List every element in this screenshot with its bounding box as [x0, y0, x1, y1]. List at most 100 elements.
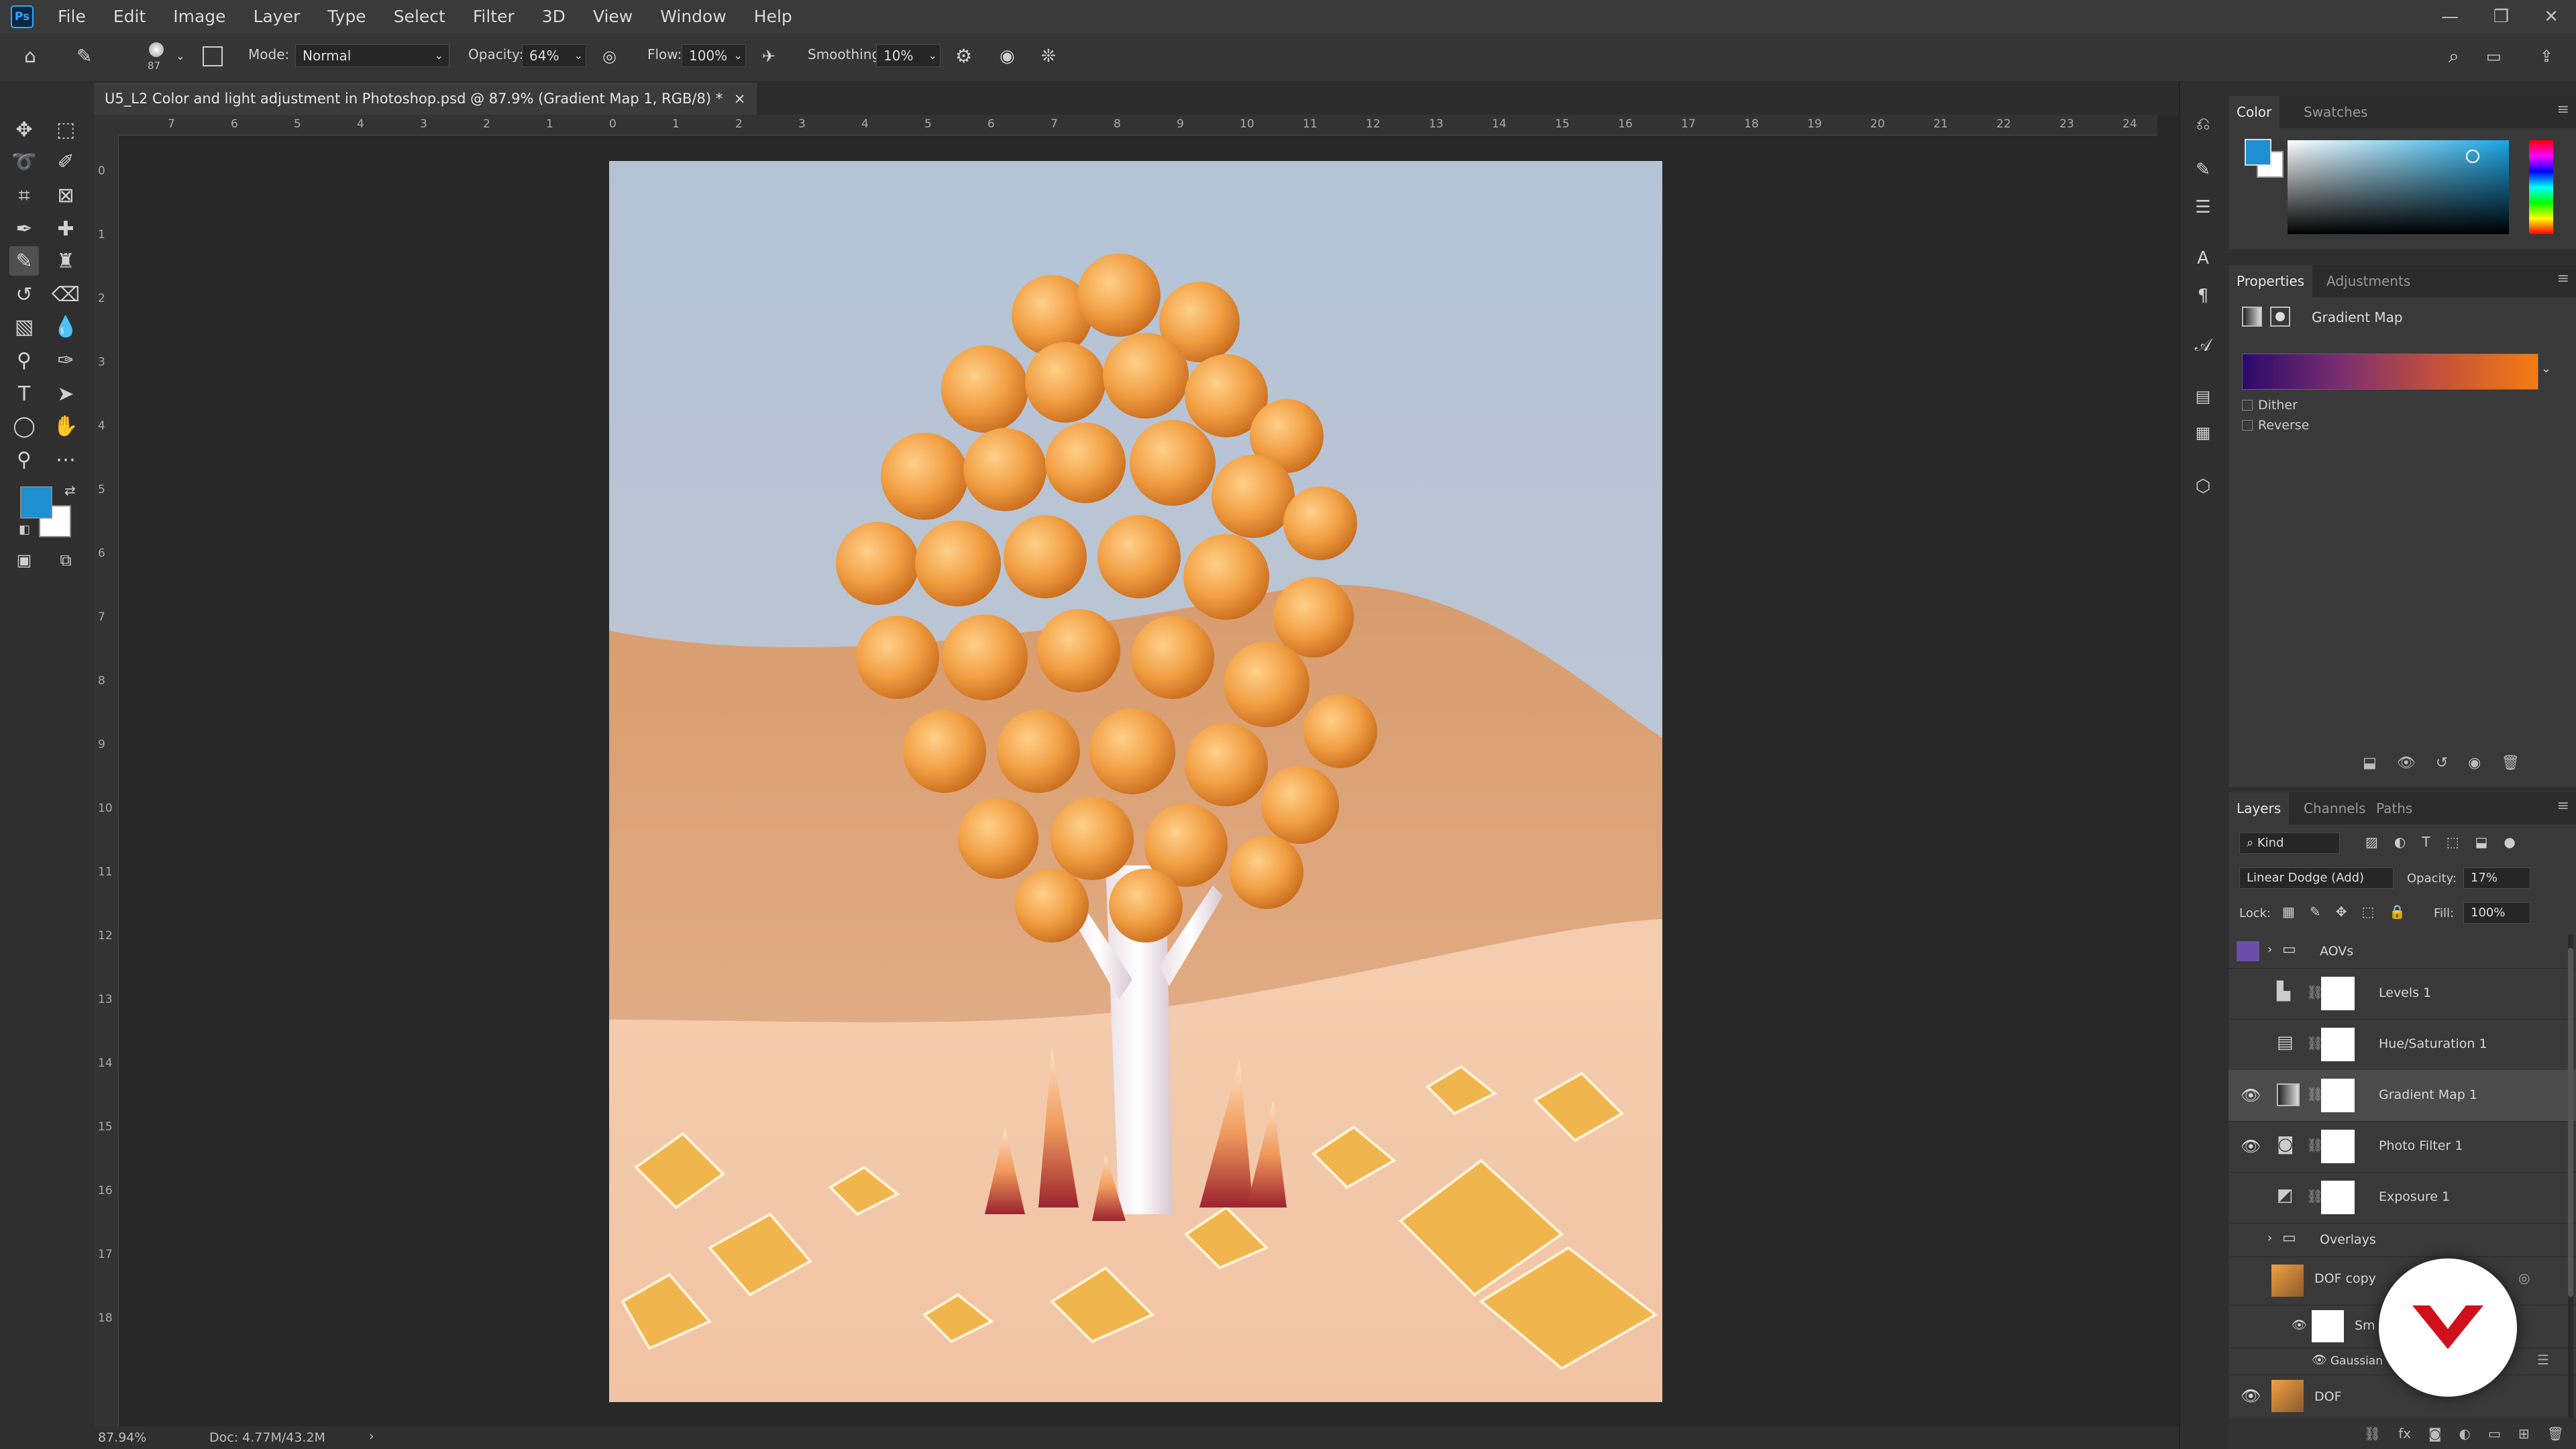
gear-icon[interactable]: ⚙ — [955, 46, 972, 66]
ellipse-tool-icon[interactable]: ◯ — [9, 411, 39, 441]
trash-icon[interactable]: 🗑 — [2501, 755, 2520, 771]
mode-select[interactable]: Normal ⌄ — [295, 44, 449, 67]
layer-group-overlays[interactable]: › ▭ Overlays — [2229, 1223, 2576, 1257]
filter-smart-object-icon[interactable]: ⬓ — [2475, 834, 2487, 850]
reverse-checkbox[interactable] — [2242, 420, 2253, 431]
visibility-toggle[interactable] — [2241, 1230, 2259, 1248]
scrollbar-thumb[interactable] — [2568, 948, 2573, 1297]
status-menu-arrow[interactable]: › — [369, 1429, 374, 1444]
close-tab-icon[interactable]: × — [734, 91, 746, 107]
reverse-option[interactable]: Reverse — [2242, 418, 2309, 433]
menu-3d[interactable]: 3D — [542, 7, 566, 26]
layer-mask-thumbnail[interactable] — [2321, 1130, 2355, 1163]
workspace-icon[interactable]: ▭ — [2486, 46, 2502, 66]
lock-image-icon[interactable]: ✎ — [2310, 904, 2321, 920]
zoom-tool-icon[interactable]: ⚲ — [9, 445, 39, 474]
move-tool-icon[interactable]: ✥ — [9, 115, 39, 144]
screen-mode-icon[interactable]: ⧉ — [51, 545, 80, 575]
filter-type-icon[interactable]: T — [2422, 834, 2430, 850]
menu-select[interactable]: Select — [394, 7, 445, 26]
eye-icon[interactable]: 👁 — [2312, 1353, 2327, 1367]
link-layers-icon[interactable]: ⛓ — [2364, 1426, 2381, 1442]
foreground-color-swatch[interactable] — [20, 486, 52, 519]
layer-mask-thumbnail[interactable] — [2321, 1079, 2355, 1112]
tab-channels[interactable]: Channels — [2296, 792, 2374, 824]
visibility-icon[interactable]: ◉ — [2468, 755, 2481, 771]
clone-stamp-tool-icon[interactable]: ♜ — [51, 246, 80, 276]
menu-window[interactable]: Window — [660, 7, 727, 26]
add-mask-icon[interactable]: ◙ — [2428, 1426, 2441, 1442]
airbrush-icon[interactable]: ✈ — [762, 46, 775, 66]
clip-to-layer-icon[interactable]: ⬓ — [2363, 755, 2377, 771]
libraries-panel-icon[interactable]: ▤ — [2188, 382, 2218, 411]
eyedropper-tool-icon[interactable]: ✒ — [9, 214, 39, 244]
tab-paths[interactable]: Paths — [2368, 792, 2420, 824]
chevron-down-icon[interactable]: ⌄ — [176, 46, 184, 66]
symmetry-icon[interactable]: ❊ — [1041, 46, 1056, 66]
history-panel-icon[interactable]: ⎌ — [2188, 109, 2218, 139]
blend-mode-select[interactable]: Linear Dodge (Add) — [2239, 867, 2394, 889]
panel-menu-icon[interactable]: ≡ — [2557, 270, 2569, 287]
menu-view[interactable]: View — [593, 7, 633, 26]
eraser-tool-icon[interactable]: ⌫ — [51, 280, 80, 309]
layer-mask-icon[interactable] — [2270, 307, 2290, 327]
layers-scrollbar[interactable] — [2568, 934, 2573, 1417]
lock-artboard-icon[interactable]: ⬚ — [2361, 904, 2374, 920]
search-icon[interactable]: ⌕ — [2449, 46, 2459, 66]
panel-menu-icon[interactable]: ≡ — [2557, 101, 2569, 118]
flow-field[interactable]: 100% ⌄ — [682, 44, 746, 67]
default-colors-icon[interactable]: ◧ — [19, 523, 30, 537]
dodge-tool-icon[interactable]: ⚲ — [9, 345, 39, 375]
color-panel-foreground-swatch[interactable] — [2245, 139, 2271, 166]
restore-button[interactable]: ❐ — [2493, 7, 2509, 27]
chevron-right-icon[interactable]: › — [2267, 1231, 2272, 1245]
crop-tool-icon[interactable]: ⌗ — [9, 180, 39, 210]
layer-photo-filter-1[interactable]: 👁 ◙ ⛓ Photo Filter 1 — [2229, 1121, 2576, 1173]
eye-icon[interactable]: 👁 — [2241, 1387, 2261, 1405]
tab-properties[interactable]: Properties — [2229, 265, 2313, 297]
eye-icon[interactable]: 👁 — [2241, 1086, 2261, 1105]
layer-mask-thumbnail[interactable] — [2321, 1028, 2355, 1061]
tab-swatches[interactable]: Swatches — [2296, 96, 2376, 128]
layer-mask-thumbnail[interactable] — [2321, 1181, 2355, 1214]
lock-position-icon[interactable]: ✥ — [2336, 904, 2347, 920]
visibility-toggle[interactable] — [2241, 984, 2259, 1003]
glyphs-panel-icon[interactable]: 𝒜 — [2188, 331, 2218, 360]
visibility-toggle[interactable] — [2241, 1035, 2259, 1054]
adjustments-panel-icon[interactable]: ☰ — [2188, 193, 2218, 222]
tab-adjustments[interactable]: Adjustments — [2318, 265, 2418, 297]
reset-icon[interactable]: ↺ — [2436, 755, 2448, 771]
lasso-tool-icon[interactable]: ➰ — [9, 147, 39, 176]
layer-hue-saturation-1[interactable]: ▤ ⛓ Hue/Saturation 1 — [2229, 1019, 2576, 1071]
menu-type[interactable]: Type — [327, 7, 366, 26]
close-button[interactable]: ✕ — [2544, 7, 2559, 27]
fx-icon[interactable]: fx — [2398, 1426, 2411, 1442]
layer-group-aovs[interactable]: › ▭ AOVs — [2229, 934, 2576, 969]
gradient-tool-icon[interactable]: ▧ — [9, 312, 39, 341]
character-panel-icon[interactable]: A — [2188, 244, 2218, 273]
panel-menu-icon[interactable]: ≡ — [2557, 798, 2569, 814]
visibility-toggle[interactable] — [2241, 1273, 2259, 1291]
menu-file[interactable]: File — [58, 7, 86, 26]
chevron-right-icon[interactable]: › — [2267, 943, 2272, 957]
trash-icon[interactable]: 🗑 — [2547, 1426, 2564, 1442]
swap-colors-icon[interactable]: ⇄ — [64, 482, 76, 498]
document-tab[interactable]: U5_L2 Color and light adjustment in Phot… — [94, 83, 757, 115]
dither-checkbox[interactable] — [2242, 400, 2253, 411]
menu-filter[interactable]: Filter — [473, 7, 515, 26]
filter-shape-icon[interactable]: ⬚ — [2447, 834, 2459, 850]
hue-slider[interactable] — [2529, 140, 2553, 234]
layer-opacity-field[interactable]: 17% — [2463, 867, 2530, 889]
healing-brush-tool-icon[interactable]: ✚ — [51, 214, 80, 244]
opacity-field[interactable]: 64% ⌄ — [522, 44, 586, 67]
fill-field[interactable]: 100% — [2463, 902, 2530, 924]
view-previous-icon[interactable]: 👁 — [2397, 755, 2416, 771]
smoothing-field[interactable]: 10% ⌄ — [876, 44, 941, 67]
type-tool-icon[interactable]: T — [9, 379, 39, 409]
lock-all-icon[interactable]: 🔒 — [2389, 904, 2406, 920]
paragraph-panel-icon[interactable]: ¶ — [2188, 281, 2218, 311]
pressure-size-icon[interactable]: ◉ — [1000, 46, 1015, 66]
menu-image[interactable]: Image — [173, 7, 225, 26]
layer-gradient-map-1[interactable]: 👁 ⛓ Gradient Map 1 — [2229, 1070, 2576, 1122]
new-group-icon[interactable]: ▭ — [2488, 1426, 2501, 1442]
